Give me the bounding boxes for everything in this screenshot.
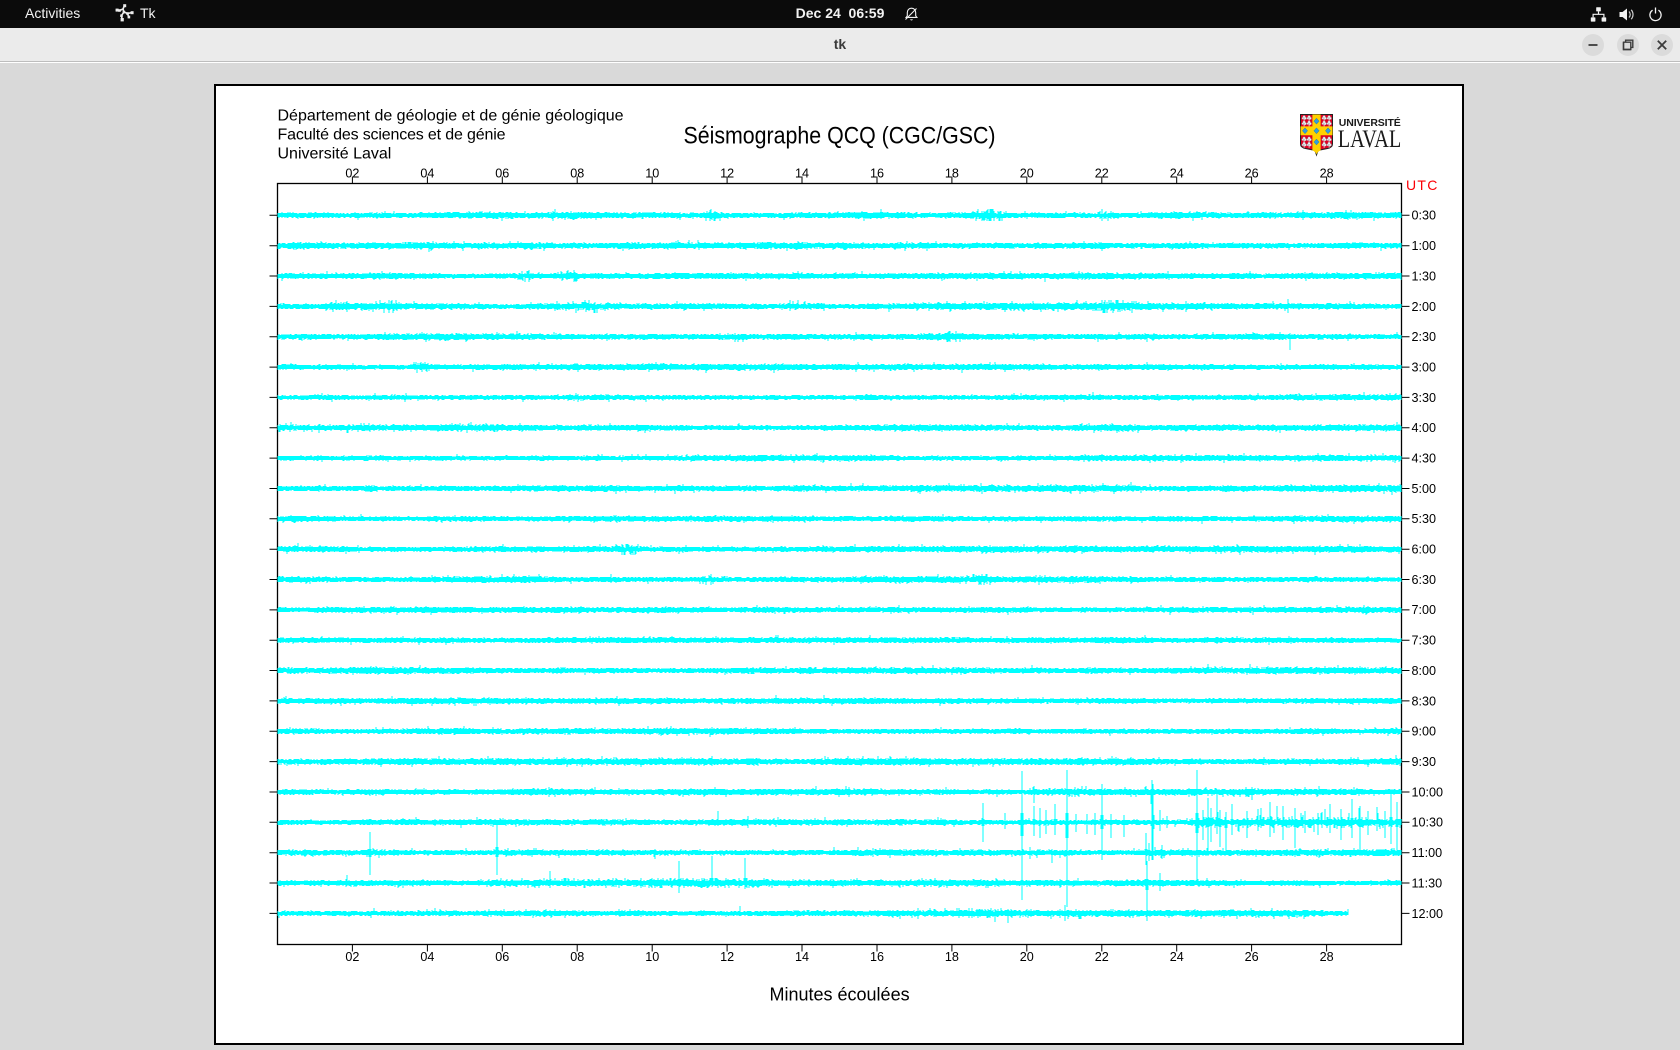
svg-text:24: 24 — [1170, 167, 1184, 181]
svg-text:16: 16 — [870, 167, 884, 181]
svg-text:Séismographe QCQ (CGC/GSC): Séismographe QCQ (CGC/GSC) — [684, 123, 996, 150]
svg-text:0:30: 0:30 — [1412, 209, 1437, 223]
svg-text:4:00: 4:00 — [1412, 421, 1437, 435]
svg-text:26: 26 — [1245, 950, 1259, 964]
svg-text:9:00: 9:00 — [1412, 725, 1437, 739]
svg-text:04: 04 — [420, 167, 434, 181]
svg-text:14: 14 — [795, 950, 809, 964]
svg-text:Minutes écoulées: Minutes écoulées — [770, 985, 910, 1005]
svg-text:UTC: UTC — [1406, 177, 1439, 193]
svg-text:08: 08 — [570, 950, 584, 964]
svg-text:04: 04 — [420, 950, 434, 964]
svg-text:3:30: 3:30 — [1412, 391, 1437, 405]
svg-text:5:30: 5:30 — [1412, 512, 1437, 526]
svg-text:24: 24 — [1170, 950, 1184, 964]
svg-text:28: 28 — [1320, 950, 1334, 964]
svg-text:12:00: 12:00 — [1412, 907, 1444, 921]
svg-text:12: 12 — [720, 167, 734, 181]
svg-text:1:30: 1:30 — [1412, 269, 1437, 283]
svg-text:18: 18 — [945, 167, 959, 181]
svg-text:5:00: 5:00 — [1412, 482, 1437, 496]
svg-text:7:30: 7:30 — [1412, 634, 1437, 648]
svg-text:10:30: 10:30 — [1412, 816, 1444, 830]
svg-text:16: 16 — [870, 950, 884, 964]
svg-text:20: 20 — [1020, 167, 1034, 181]
svg-text:9:30: 9:30 — [1412, 755, 1437, 769]
svg-text:10: 10 — [645, 950, 659, 964]
svg-text:Université Laval: Université Laval — [278, 146, 392, 163]
svg-text:06: 06 — [495, 950, 509, 964]
svg-text:22: 22 — [1095, 167, 1109, 181]
svg-text:1:00: 1:00 — [1412, 239, 1437, 253]
svg-text:12: 12 — [720, 950, 734, 964]
svg-text:Faculté des sciences et de gén: Faculté des sciences et de génie — [278, 127, 506, 144]
svg-text:8:00: 8:00 — [1412, 664, 1437, 678]
svg-text:LAVAL: LAVAL — [1338, 126, 1402, 153]
svg-text:08: 08 — [570, 167, 584, 181]
svg-text:6:00: 6:00 — [1412, 543, 1437, 557]
svg-text:7:00: 7:00 — [1412, 603, 1437, 617]
svg-text:10: 10 — [645, 167, 659, 181]
svg-text:2:30: 2:30 — [1412, 330, 1437, 344]
svg-text:28: 28 — [1320, 167, 1334, 181]
svg-text:18: 18 — [945, 950, 959, 964]
svg-text:3:00: 3:00 — [1412, 360, 1437, 374]
svg-text:11:00: 11:00 — [1412, 846, 1443, 860]
svg-text:06: 06 — [495, 167, 509, 181]
svg-text:02: 02 — [345, 167, 359, 181]
svg-text:20: 20 — [1020, 950, 1034, 964]
svg-text:2:00: 2:00 — [1412, 300, 1437, 314]
svg-text:02: 02 — [345, 950, 359, 964]
svg-text:4:30: 4:30 — [1412, 452, 1437, 466]
svg-text:6:30: 6:30 — [1412, 573, 1437, 587]
svg-text:Département de géologie et de: Département de géologie et de génie géol… — [278, 108, 624, 125]
svg-text:11:30: 11:30 — [1412, 876, 1443, 890]
svg-text:22: 22 — [1095, 950, 1109, 964]
svg-text:26: 26 — [1245, 167, 1259, 181]
svg-text:14: 14 — [795, 167, 809, 181]
svg-text:10:00: 10:00 — [1412, 785, 1444, 799]
svg-text:8:30: 8:30 — [1412, 694, 1437, 708]
